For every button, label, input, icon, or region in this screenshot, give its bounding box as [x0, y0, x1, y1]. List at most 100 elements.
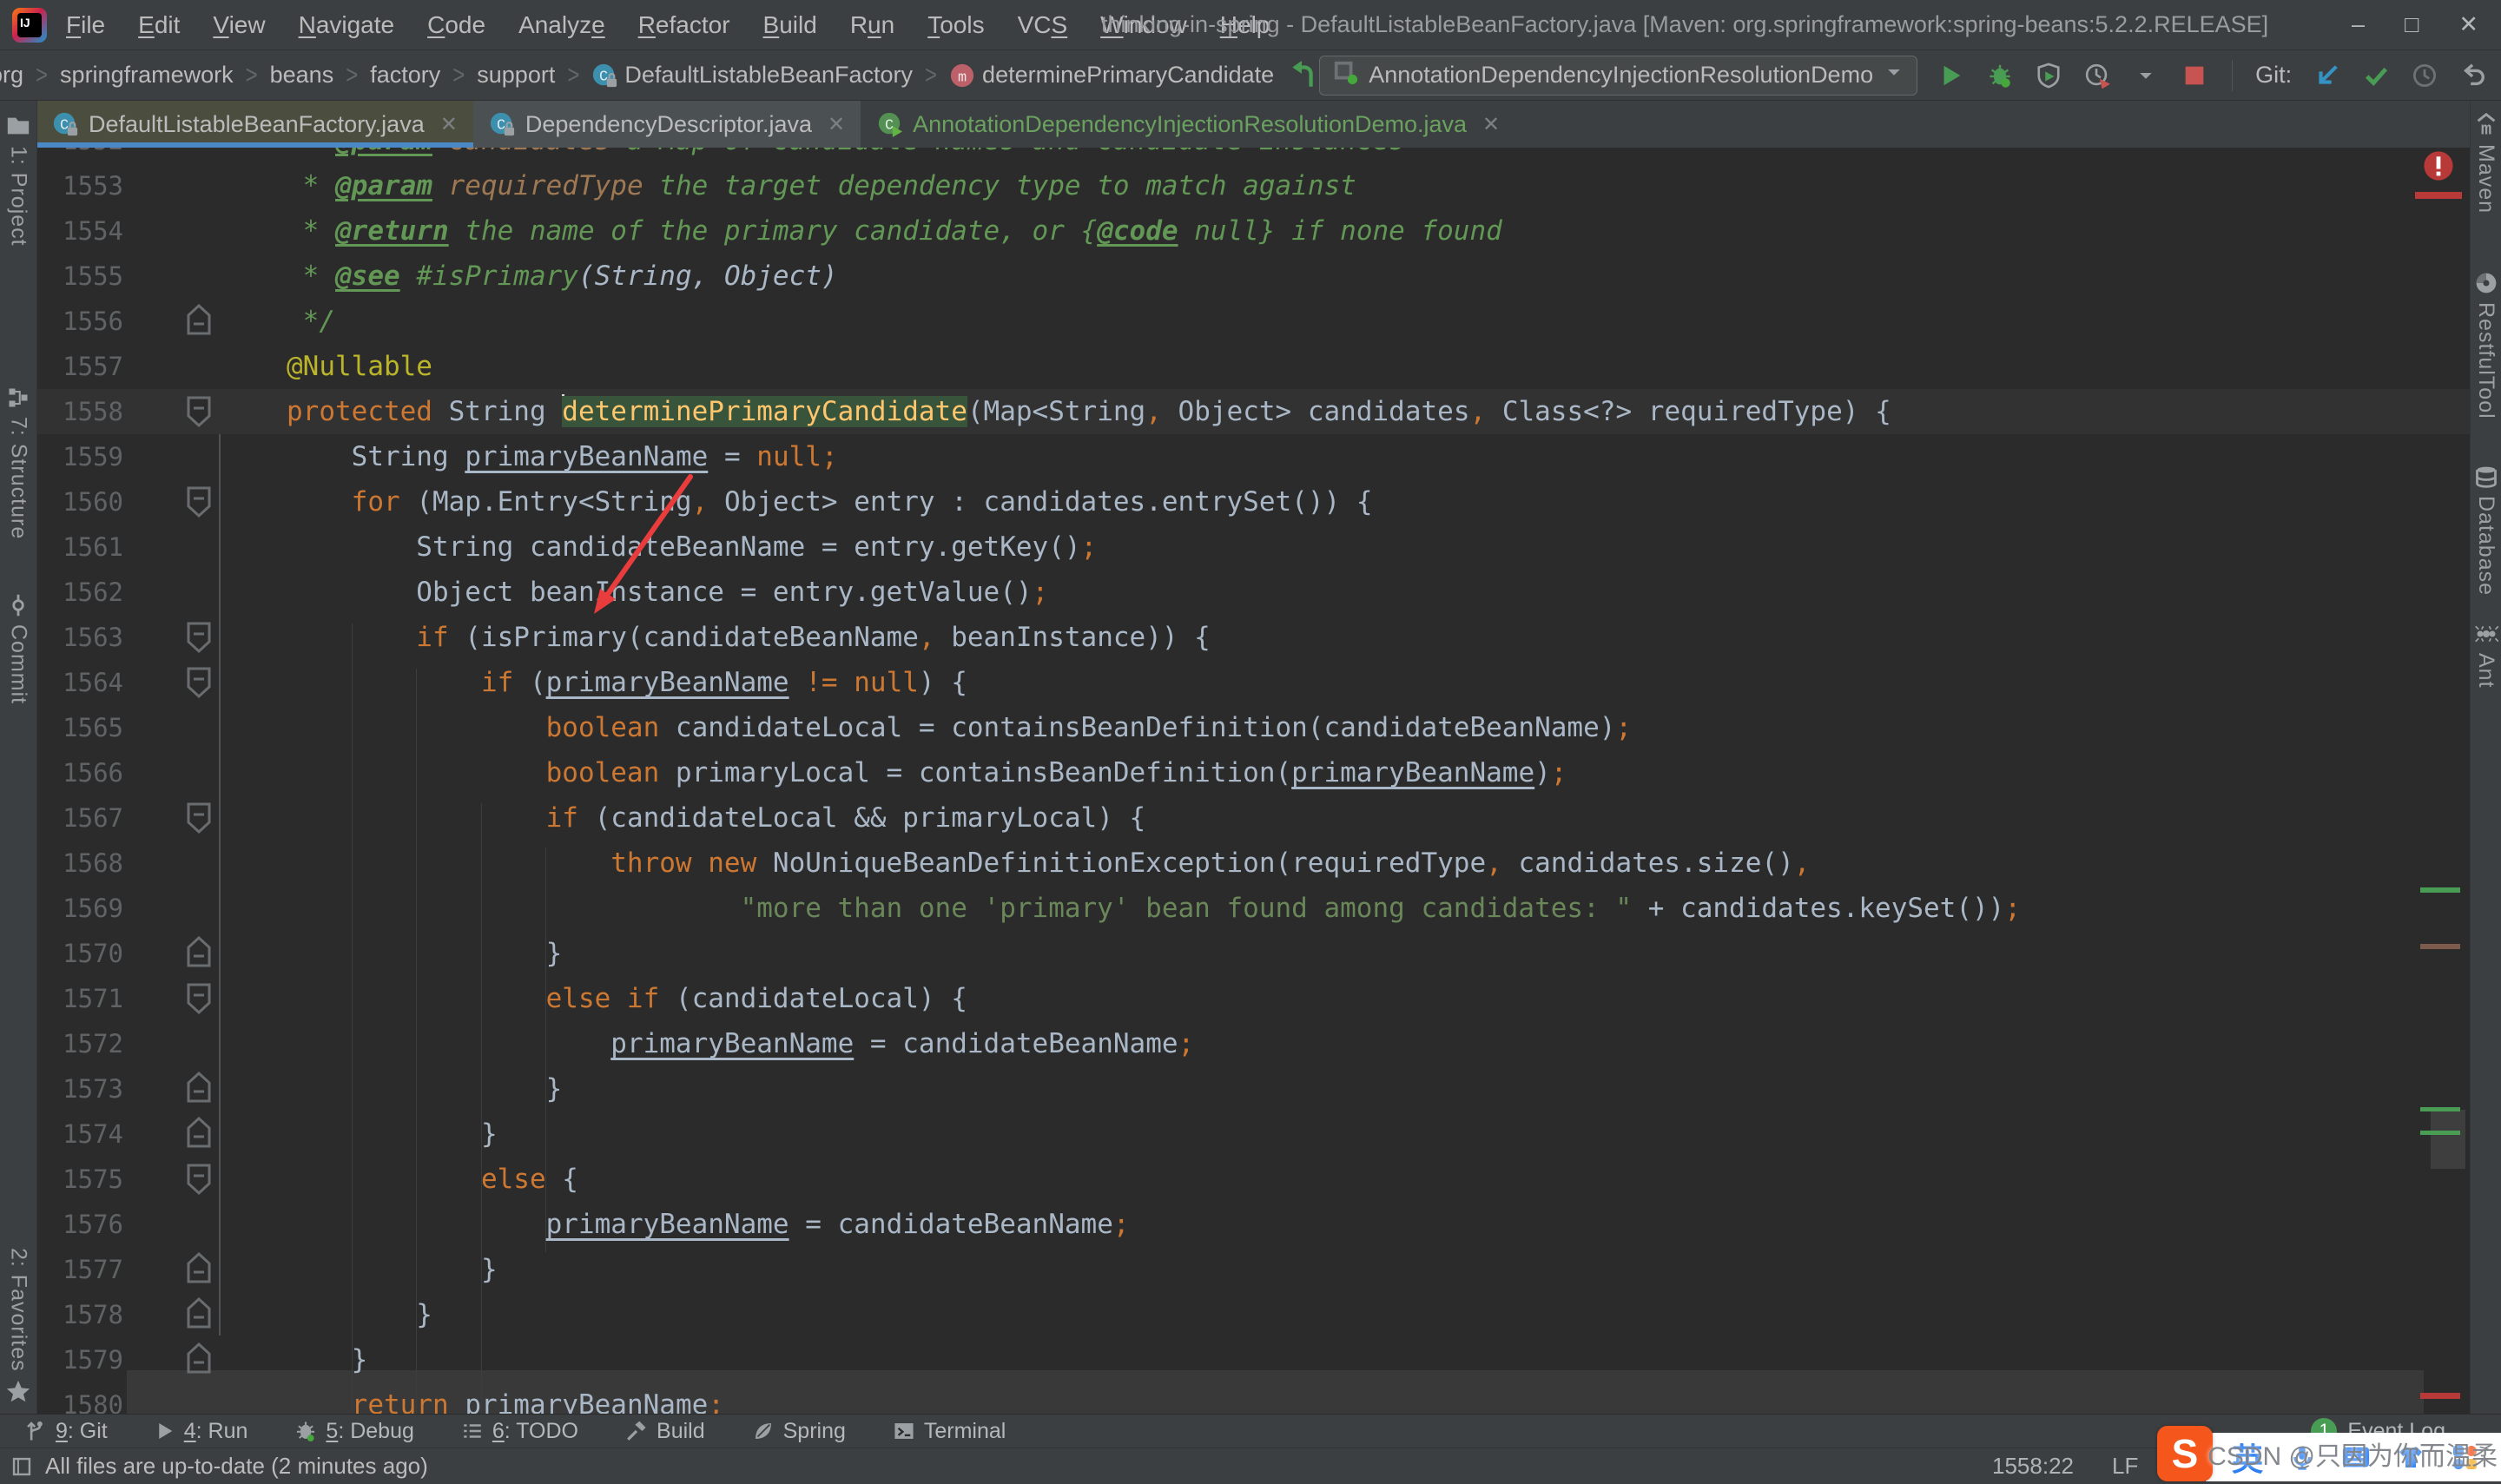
- menu-code[interactable]: Code: [427, 11, 485, 39]
- gutter[interactable]: [123, 1337, 287, 1382]
- line-number[interactable]: 1560: [36, 479, 123, 524]
- line-number[interactable]: 1562: [36, 570, 123, 615]
- tool-window-button-spring[interactable]: Spring: [752, 1419, 846, 1444]
- gutter[interactable]: [123, 208, 287, 254]
- gutter[interactable]: [123, 615, 287, 660]
- line-number[interactable]: 1578: [36, 1292, 123, 1337]
- git-rollback-button[interactable]: [2457, 59, 2490, 92]
- menu-edit[interactable]: Edit: [138, 11, 180, 39]
- error-count-indicator[interactable]: [2422, 149, 2455, 187]
- editor-tab-0[interactable]: CDefaultListableBeanFactory.java✕: [36, 101, 473, 148]
- back-to-source-button[interactable]: [1286, 59, 1319, 92]
- gutter[interactable]: [123, 931, 287, 976]
- git-update-button[interactable]: [2311, 59, 2344, 92]
- menu-file[interactable]: File: [66, 11, 105, 39]
- gutter[interactable]: [123, 1247, 287, 1292]
- tab-close-icon[interactable]: ✕: [828, 112, 845, 137]
- line-number[interactable]: 1557: [36, 344, 123, 389]
- gutter[interactable]: [123, 976, 287, 1021]
- gutter[interactable]: [123, 795, 287, 841]
- breadcrumb-item-beans[interactable]: beans: [270, 62, 334, 89]
- gutter[interactable]: [123, 705, 287, 750]
- line-number[interactable]: 1571: [36, 976, 123, 1021]
- menu-navigate[interactable]: Navigate: [299, 11, 395, 39]
- line-number[interactable]: 1555: [36, 254, 123, 299]
- line-number[interactable]: 1576: [36, 1202, 123, 1247]
- gutter[interactable]: [123, 299, 287, 344]
- gutter[interactable]: [123, 1066, 287, 1111]
- line-number[interactable]: 1570: [36, 931, 123, 976]
- line-number[interactable]: 1568: [36, 841, 123, 886]
- minimize-button[interactable]: –: [2352, 11, 2365, 38]
- line-number[interactable]: 1559: [36, 434, 123, 479]
- tool-stripe-commit[interactable]: Commit: [6, 593, 31, 704]
- line-number[interactable]: 1553: [36, 163, 123, 208]
- debug-button[interactable]: [1983, 59, 2016, 92]
- gutter[interactable]: [123, 163, 287, 208]
- tool-stripe-structure[interactable]: 7: Structure: [6, 386, 31, 539]
- git-commit-button[interactable]: [2359, 59, 2392, 92]
- menu-view[interactable]: View: [213, 11, 265, 39]
- code-editor[interactable]: 1552 * @param candidates a Map of candid…: [36, 148, 2471, 1414]
- run-button[interactable]: [1935, 59, 1968, 92]
- menu-refactor[interactable]: Refactor: [638, 11, 730, 39]
- line-number[interactable]: 1563: [36, 615, 123, 660]
- sogou-logo-icon[interactable]: S: [2157, 1426, 2213, 1481]
- menu-build[interactable]: Build: [763, 11, 817, 39]
- gutter[interactable]: [123, 570, 287, 615]
- tab-close-icon[interactable]: ✕: [1482, 112, 1500, 137]
- line-number[interactable]: 1567: [36, 795, 123, 841]
- tool-stripe-ant[interactable]: Ant: [2473, 622, 2498, 689]
- line-number[interactable]: 1572: [36, 1021, 123, 1066]
- line-ending-indicator[interactable]: LF: [2112, 1453, 2138, 1480]
- line-number[interactable]: 1580: [36, 1382, 123, 1414]
- tool-stripe-maven[interactable]: mMaven: [2473, 111, 2499, 214]
- gutter[interactable]: [123, 1292, 287, 1337]
- run-configuration-select[interactable]: AnnotationDependencyInjectionResolutionD…: [1319, 56, 1917, 96]
- menu-tools[interactable]: Tools: [927, 11, 984, 39]
- line-number[interactable]: 1552: [36, 148, 123, 163]
- line-number[interactable]: 1566: [36, 750, 123, 795]
- maximize-button[interactable]: □: [2405, 11, 2419, 38]
- breadcrumb-item-support[interactable]: support: [477, 62, 555, 89]
- profiler-chevron[interactable]: [2129, 59, 2162, 92]
- line-number[interactable]: 1554: [36, 208, 123, 254]
- line-number[interactable]: 1575: [36, 1157, 123, 1202]
- breadcrumb-item-defaultlistablebeanfactory[interactable]: CDefaultListableBeanFactory: [591, 62, 913, 89]
- tool-window-button-todo[interactable]: 6: TODO: [461, 1419, 578, 1444]
- tool-window-button-build[interactable]: Build: [625, 1419, 705, 1444]
- line-number[interactable]: 1573: [36, 1066, 123, 1111]
- caret-position[interactable]: 1558:22: [1992, 1453, 2074, 1480]
- stop-button[interactable]: [2178, 59, 2211, 92]
- gutter[interactable]: [123, 1202, 287, 1247]
- gutter[interactable]: [123, 389, 287, 434]
- tool-stripe-project[interactable]: 1: Project: [5, 113, 31, 247]
- gutter[interactable]: [123, 524, 287, 570]
- profiler-button[interactable]: [2081, 59, 2114, 92]
- menu-vcs[interactable]: VCS: [1018, 11, 1068, 39]
- editor-tab-1[interactable]: CDependencyDescriptor.java✕: [473, 101, 861, 148]
- breadcrumb-item-org[interactable]: org: [0, 62, 23, 89]
- close-button[interactable]: ✕: [2458, 11, 2478, 38]
- tool-window-button-run[interactable]: 4: Run: [155, 1419, 248, 1444]
- tab-close-icon[interactable]: ✕: [440, 112, 458, 137]
- gutter[interactable]: [123, 1382, 287, 1414]
- tool-stripe-database[interactable]: Database: [2473, 465, 2498, 596]
- line-number[interactable]: 1556: [36, 299, 123, 344]
- gutter[interactable]: [123, 1021, 287, 1066]
- line-number[interactable]: 1561: [36, 524, 123, 570]
- tool-stripe-restfultool[interactable]: RestfulTool: [2473, 271, 2498, 419]
- editor-tab-2[interactable]: CAnnotationDependencyInjectionResolution…: [861, 101, 1515, 148]
- gutter[interactable]: [123, 479, 287, 524]
- gutter[interactable]: [123, 1111, 287, 1157]
- gutter[interactable]: [123, 886, 287, 931]
- line-number[interactable]: 1574: [36, 1111, 123, 1157]
- gutter[interactable]: [123, 344, 287, 389]
- gutter[interactable]: [123, 434, 287, 479]
- line-number[interactable]: 1577: [36, 1247, 123, 1292]
- gutter[interactable]: [123, 1157, 287, 1202]
- gutter[interactable]: [123, 841, 287, 886]
- line-number[interactable]: 1558: [36, 389, 123, 434]
- breadcrumb-item-springframework[interactable]: springframework: [60, 62, 234, 89]
- gutter[interactable]: [123, 750, 287, 795]
